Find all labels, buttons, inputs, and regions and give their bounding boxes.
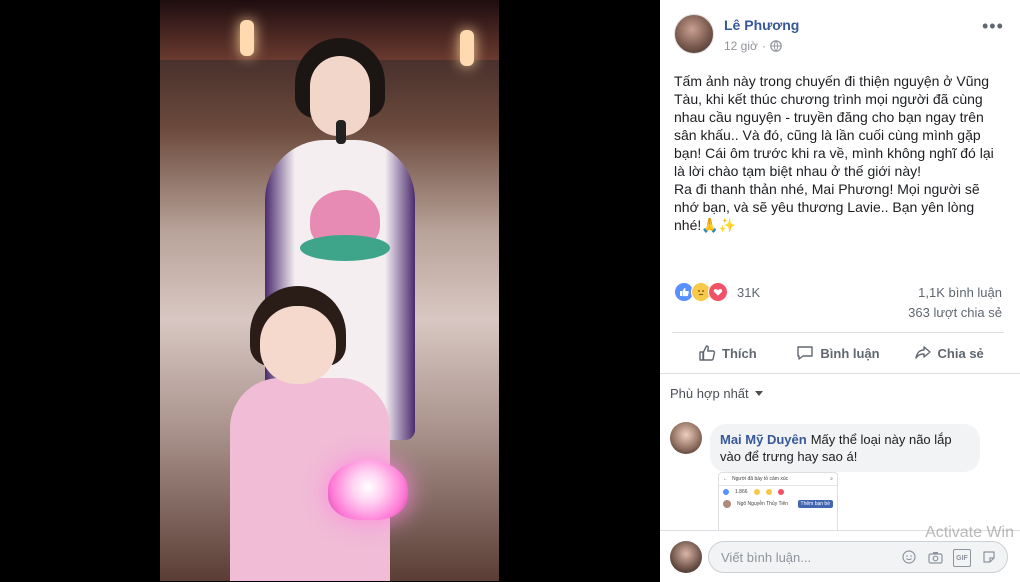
sad-icon [753, 489, 760, 495]
attachment-person: Ngô Nguyễn Thủy Tiên [737, 501, 789, 507]
attachment-header: ← Người đã bày tỏ cảm xúc ⌕ [719, 473, 837, 486]
post-text: Tấm ảnh này trong chuyến đi thiện nguyện… [674, 73, 994, 233]
comment-composer: Viết bình luận... GIF [660, 530, 1020, 582]
share-count[interactable]: 363 lượt chia sẻ [908, 305, 1002, 320]
globe-icon[interactable] [770, 40, 782, 52]
attachment-count: 1.866 [735, 489, 748, 495]
action-bar: Thích Bình luận Chia sẻ [672, 334, 1004, 372]
attachment-reaction-row: 1.866 [719, 486, 837, 498]
share-icon [914, 346, 931, 359]
camera-icon[interactable] [927, 549, 943, 565]
comment-bubble: Mai Mỹ Duyên Mấy thể loại này não lắp vào… [710, 424, 980, 472]
comment-icon [797, 346, 814, 360]
like-icon [723, 489, 729, 495]
wow-icon [765, 489, 772, 495]
post-header: Lê Phương 12 giờ · ••• [660, 0, 1020, 62]
lantern [460, 30, 474, 66]
attachment-title: Người đã bày tỏ cảm xúc [732, 476, 789, 482]
microphone [336, 120, 346, 144]
thumbs-up-icon [699, 345, 716, 361]
post-meta: 12 giờ · [724, 39, 782, 53]
post-photo[interactable] [160, 0, 499, 581]
gif-icon[interactable]: GIF [953, 549, 971, 567]
like-label: Thích [722, 345, 757, 361]
divider [660, 373, 1020, 374]
share-button[interactable]: Chia sẻ [893, 334, 1004, 372]
love-icon [708, 282, 728, 302]
author-name[interactable]: Lê Phương [724, 17, 799, 33]
lotus-lantern [328, 460, 408, 520]
attachment-button: Thêm bạn bè [797, 500, 833, 508]
comment-button[interactable]: Bình luận [783, 334, 894, 372]
comment-count[interactable]: 1,1K bình luận [918, 285, 1002, 300]
girl-face [260, 306, 336, 384]
comment-input[interactable]: Viết bình luận... GIF [708, 541, 1008, 573]
like-button[interactable]: Thích [672, 334, 783, 372]
commenter-avatar[interactable] [670, 422, 702, 454]
post-side-panel: Lê Phương 12 giờ · ••• Tấm ảnh này trong… [660, 0, 1020, 582]
author-avatar[interactable] [674, 14, 714, 54]
person-avatar [723, 500, 731, 508]
love-icon [777, 489, 784, 495]
emoji-icon[interactable] [901, 549, 917, 565]
reactions-summary[interactable]: 31K [674, 282, 760, 302]
reaction-count: 31K [737, 284, 761, 300]
attachment-person-row: Ngô Nguyễn Thủy Tiên Thêm bạn bè [719, 498, 837, 510]
comment-label: Bình luận [820, 345, 880, 361]
my-avatar [670, 541, 702, 573]
lantern [240, 20, 254, 56]
share-label: Chia sẻ [937, 345, 984, 361]
commenter-name[interactable]: Mai Mỹ Duyên [720, 432, 807, 447]
divider [672, 332, 1004, 333]
caret-down-icon [754, 391, 763, 396]
comment-placeholder: Viết bình luận... [721, 550, 812, 565]
photo-viewer [0, 0, 660, 581]
comment-image-attachment[interactable]: ← Người đã bày tỏ cảm xúc ⌕ 1.866 Ngô Ng… [718, 472, 838, 536]
sort-label: Phù hợp nhất [670, 386, 749, 401]
back-arrow-icon: ← [723, 476, 728, 482]
search-icon: ⌕ [830, 476, 833, 482]
post-time[interactable]: 12 giờ [724, 39, 758, 53]
comment-sort-dropdown[interactable]: Phù hợp nhất [670, 386, 763, 401]
sticker-icon[interactable] [981, 549, 997, 565]
dot-separator: · [761, 39, 766, 53]
leaf-print [300, 235, 390, 261]
composer-icons: GIF [901, 549, 997, 567]
more-options-icon[interactable]: ••• [982, 16, 1004, 37]
